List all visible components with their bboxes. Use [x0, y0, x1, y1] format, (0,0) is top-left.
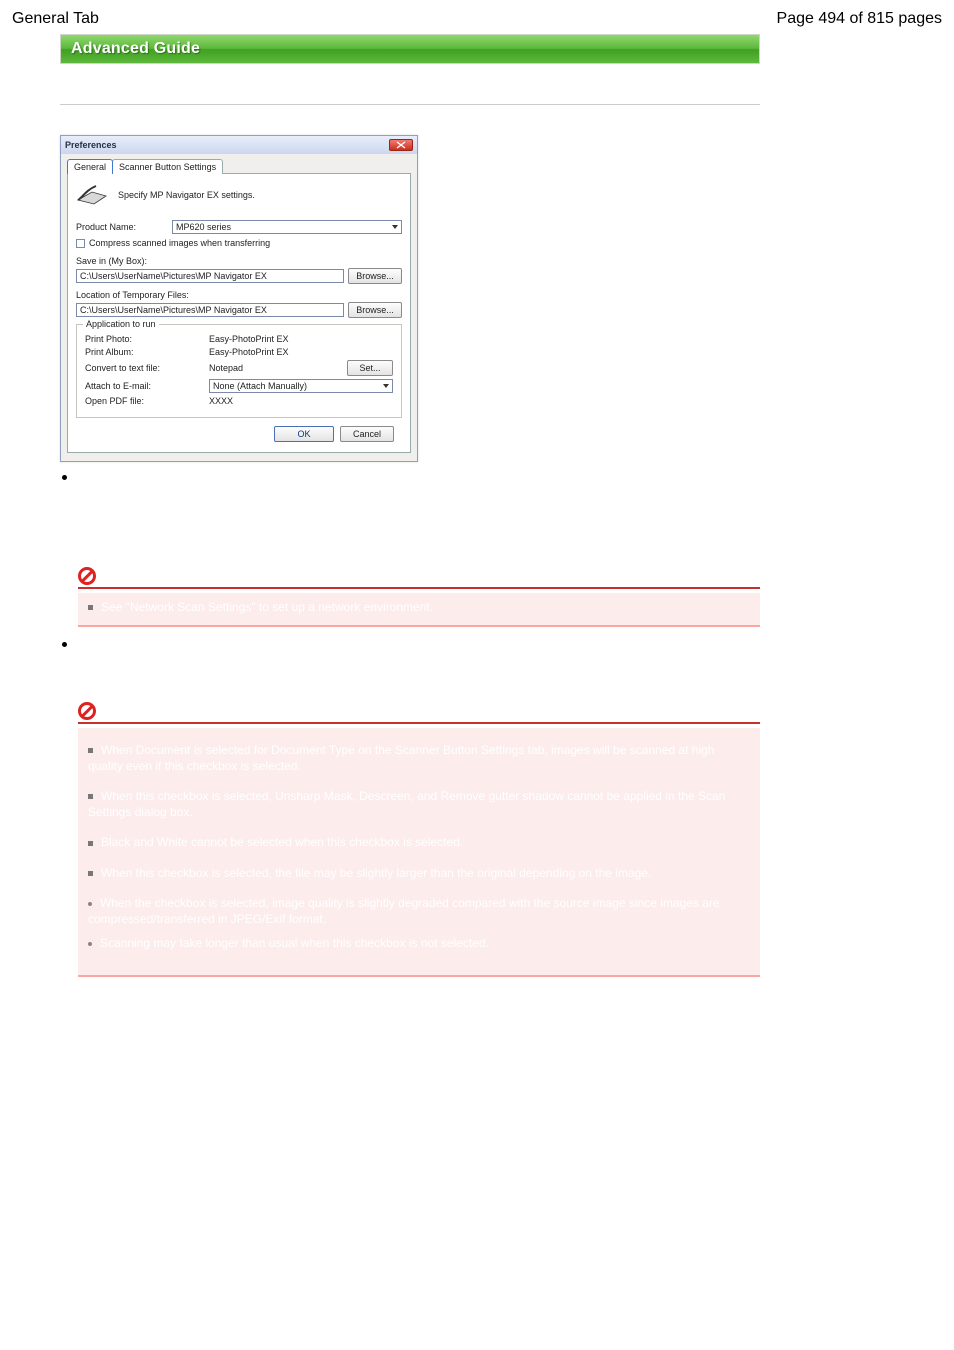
section-heading: Product Name: [77, 476, 580, 492]
important-label: Important: [102, 703, 157, 719]
product-name-label: Product Name:: [76, 222, 172, 232]
close-icon[interactable]: [389, 139, 413, 151]
note-box: When Document is selected for Document T…: [78, 728, 760, 978]
compress-label: Compress scanned images when transferrin…: [89, 238, 270, 248]
temp-label: Location of Temporary Files:: [76, 290, 402, 300]
attach-label: Attach to E-mail:: [85, 381, 205, 391]
divider: [60, 104, 760, 105]
scanner-icon: [76, 182, 110, 208]
note-text: When Document is selected for Document T…: [88, 743, 714, 773]
page-title: General Tab: [12, 10, 99, 28]
section-heading: Compress scanned images when transferrin…: [77, 643, 760, 659]
note-text: See "Network Scan Settings" to set up a …: [101, 600, 433, 614]
preferences-dialog: Preferences General Scanner Button Setti…: [60, 135, 418, 462]
openpdf-value: XXXX: [209, 396, 393, 406]
temp-path[interactable]: C:\Users\UserName\Pictures\MP Navigator …: [76, 303, 344, 317]
compress-checkbox[interactable]: [76, 239, 85, 248]
note-text: When this checkbox is selected, Unsharp …: [88, 789, 725, 819]
product-name-value: MP620 series: [176, 222, 231, 232]
note-text: When this checkbox is selected, the file…: [101, 866, 651, 880]
body-text: For network connection, select one with …: [77, 527, 580, 543]
save-in-path[interactable]: C:\Users\UserName\Pictures\MP Navigator …: [76, 269, 344, 283]
set-button[interactable]: Set...: [347, 360, 393, 376]
banner-label: Advanced Guide: [71, 40, 200, 58]
body-text: Displays the product name of the machine…: [77, 494, 580, 510]
square-bullet-icon: [88, 605, 93, 610]
product-name-select[interactable]: MP620 series: [172, 220, 402, 234]
bullet-icon: [62, 642, 67, 647]
important-heading: Important: [78, 702, 760, 724]
attach-value: None (Attach Manually): [213, 381, 307, 391]
dialog-title: Preferences: [65, 140, 117, 150]
circle-bullet-icon: [88, 942, 92, 946]
important-icon: [78, 567, 96, 585]
bullet-icon: [62, 475, 67, 480]
print-album-value: Easy-PhotoPrint EX: [209, 347, 393, 357]
convert-value: Notepad: [209, 363, 343, 373]
chevron-down-icon: [392, 225, 398, 229]
save-in-label: Save in (My Box):: [76, 256, 402, 266]
circle-bullet-icon: [88, 902, 92, 906]
tab-general[interactable]: General: [67, 159, 113, 174]
body-text: Compress and transfer images scanned usi…: [77, 661, 760, 693]
square-bullet-icon: [88, 748, 93, 753]
openpdf-label: Open PDF file:: [85, 396, 205, 406]
browse-temp-button[interactable]: Browse...: [348, 302, 402, 318]
print-photo-value: Easy-PhotoPrint EX: [209, 334, 393, 344]
dialog-intro: Specify MP Navigator EX settings.: [118, 190, 255, 200]
convert-label: Convert to text file:: [85, 363, 205, 373]
chevron-down-icon: [383, 384, 389, 388]
note-text: Black and White cannot be selected when …: [101, 835, 463, 849]
apps-legend: Application to run: [83, 319, 159, 329]
ok-button[interactable]: OK: [274, 426, 334, 442]
tab-scanner-button-settings[interactable]: Scanner Button Settings: [112, 159, 223, 174]
print-album-label: Print Album:: [85, 347, 205, 357]
square-bullet-icon: [88, 794, 93, 799]
page-number: Page 494 of 815 pages: [777, 10, 942, 28]
list-item: Compress scanned images when transferrin…: [60, 637, 760, 694]
body-text: If the displayed product is not the one …: [77, 510, 580, 526]
important-icon: [78, 702, 96, 720]
body-text: Network connection allows you to share t…: [77, 543, 580, 559]
note-text: When the checkbox is selected, image qua…: [88, 896, 720, 926]
list-item: Product Name Displays the product name o…: [60, 470, 760, 559]
square-bullet-icon: [88, 841, 93, 846]
print-photo-label: Print Photo:: [85, 334, 205, 344]
note-text: Scanning may take longer than usual when…: [100, 936, 489, 950]
note-box: See "Network Scan Settings" to set up a …: [78, 593, 760, 627]
advanced-guide-banner: Advanced Guide: [60, 34, 760, 64]
cancel-button[interactable]: Cancel: [340, 426, 394, 442]
attach-select[interactable]: None (Attach Manually): [209, 379, 393, 393]
square-bullet-icon: [88, 871, 93, 876]
browse-save-button[interactable]: Browse...: [348, 268, 402, 284]
important-label: Important: [102, 568, 157, 584]
apps-fieldset: Application to run Print Photo: Easy-Pho…: [76, 324, 402, 418]
important-heading: Important: [78, 567, 760, 589]
